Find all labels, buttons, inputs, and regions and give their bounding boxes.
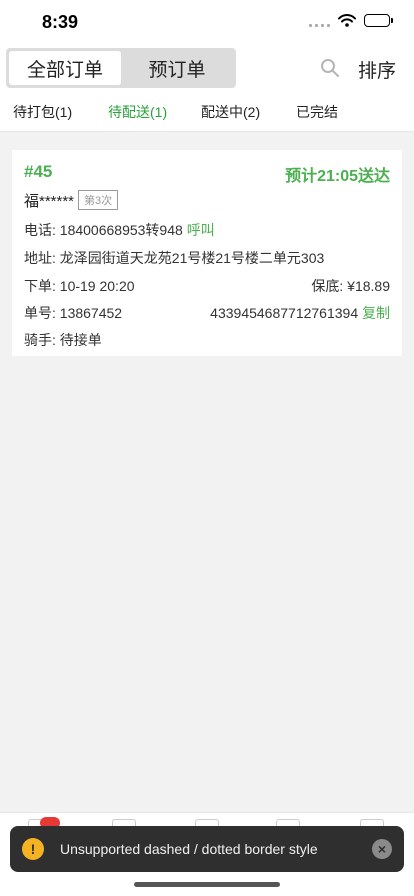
order-number: #45 — [24, 162, 53, 181]
status-tabs: 待打包(1) 待配送(1) 配送中(2) 已完结 — [0, 90, 414, 132]
rider-label: 骑手: — [24, 332, 60, 348]
order-no-label: 单号: — [24, 305, 60, 321]
status-time: 8:39 — [42, 12, 79, 32]
address-row: 地址: 龙泽园街道天龙苑21号楼21号楼二单元303 — [24, 248, 324, 268]
visit-count-badge: 第3次 — [78, 190, 119, 210]
close-icon[interactable]: × — [372, 839, 392, 859]
tab-to-pack[interactable]: 待打包(1) — [13, 102, 72, 122]
phone-row: 电话: 18400668953转948 呼叫 — [24, 220, 215, 240]
order-card[interactable]: #45 预计21:05送达 福****** 第3次 电话: 18400668953… — [12, 150, 402, 356]
address-label: 地址: — [24, 250, 60, 266]
tab-to-deliver[interactable]: 待配送(1) — [108, 102, 167, 122]
signal-icon — [309, 15, 330, 27]
call-button[interactable]: 呼叫 — [187, 222, 215, 238]
copy-button[interactable]: 复制 — [362, 305, 390, 321]
phone-number: 18400668953转948 — [59, 222, 183, 238]
tab-completed[interactable]: 已完结 — [296, 102, 338, 122]
estimated-delivery: 预计21:05送达 — [285, 168, 390, 185]
segment-reserved-orders[interactable]: 预订单 — [121, 51, 233, 85]
order-time-row: 下单: 10-19 20:20 — [24, 276, 135, 296]
address-text: 龙泽园街道天龙苑21号楼21号楼二单元303 — [59, 250, 325, 266]
tracking-row: 4339454687712761394 复制 — [210, 303, 390, 323]
phone-label: 电话: — [24, 222, 60, 238]
order-time: 10-19 20:20 — [59, 278, 135, 294]
search-icon[interactable] — [320, 58, 340, 83]
warning-toast: ! Unsupported dashed / dotted border sty… — [10, 826, 404, 872]
insurance-row: 保底: ¥18.89 — [311, 276, 390, 296]
home-indicator — [134, 882, 280, 887]
tracking-number: 4339454687712761394 — [210, 305, 359, 321]
tab-delivering[interactable]: 配送中(2) — [201, 102, 260, 122]
segment-all-orders[interactable]: 全部订单 — [9, 51, 121, 85]
wifi-icon — [338, 14, 356, 27]
customer-name: 福****** — [24, 193, 75, 210]
insurance-label: 保底: — [311, 278, 348, 294]
status-icons — [309, 14, 393, 27]
top-bar: 全部订单 预订单 排序 — [0, 46, 414, 90]
order-no-row: 单号: 13867452 — [24, 303, 122, 323]
status-bar: 8:39 — [0, 0, 414, 46]
order-time-label: 下单: — [24, 278, 60, 294]
insurance-amount: ¥18.89 — [347, 278, 390, 294]
customer-row: 福****** 第3次 — [24, 190, 119, 211]
rider-status: 待接单 — [59, 332, 102, 348]
battery-icon — [364, 14, 393, 27]
toast-message: Unsupported dashed / dotted border style — [60, 841, 318, 857]
rider-row: 骑手: 待接单 — [24, 330, 102, 350]
sort-button[interactable]: 排序 — [358, 56, 396, 83]
warning-icon: ! — [22, 838, 44, 860]
order-no: 13867452 — [59, 305, 123, 321]
order-scope-segmented-control: 全部订单 预订单 — [6, 48, 236, 88]
